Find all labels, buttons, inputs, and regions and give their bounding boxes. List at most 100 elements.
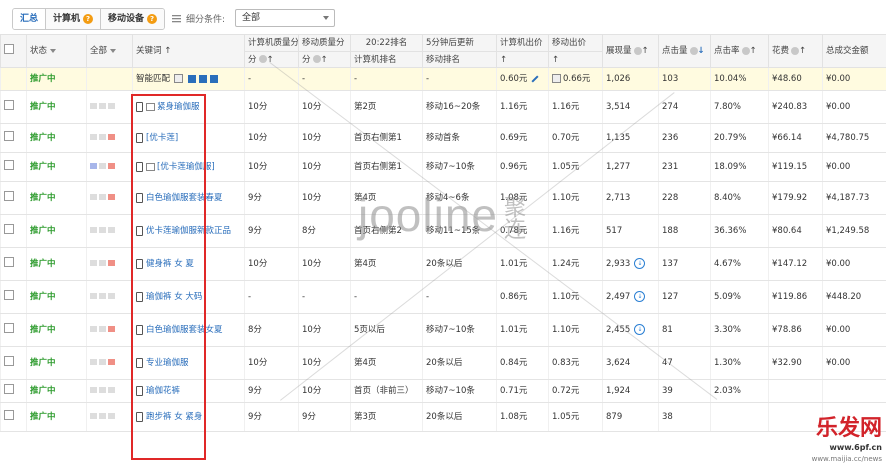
keyword-link[interactable]: 紧身瑜伽服 (157, 102, 200, 112)
keyword-link[interactable]: 白色瑜伽服套装春夏 (146, 193, 223, 203)
ctr: 20.79% (710, 123, 769, 153)
keyword-link[interactable]: [优卡莲] (146, 133, 178, 143)
row-checkbox-cell (0, 123, 27, 153)
header-all[interactable]: 全部 (86, 34, 133, 68)
row-checkbox[interactable] (4, 384, 14, 394)
row-checkbox[interactable] (4, 224, 14, 234)
pc-rank: 第2页 (350, 90, 423, 124)
row-checkbox[interactable] (4, 356, 14, 366)
keyword-link[interactable]: 瑜伽花裤 (146, 386, 180, 396)
header-mobile-bid[interactable]: 移动出价 (548, 34, 603, 52)
pc-bid[interactable]: 1.01元 (496, 313, 549, 347)
header-pc-bid-sort[interactable]: ↑ (496, 51, 549, 68)
mobile-bid[interactable]: 1.10元 (548, 181, 603, 215)
header-status[interactable]: 状态 (26, 34, 87, 68)
mobile-bid[interactable]: 0.72元 (548, 379, 603, 403)
download-icon[interactable]: ↓ (634, 324, 646, 335)
row-checkbox[interactable] (4, 323, 14, 333)
help-icon[interactable]: ? (83, 13, 94, 24)
filter-label-group: 细分条件: (172, 12, 225, 25)
clicks: 127 (658, 280, 711, 314)
mobile-bid[interactable]: 1.24元 (548, 247, 603, 281)
select-all-checkbox[interactable] (4, 43, 14, 54)
row-checkbox[interactable] (4, 100, 14, 110)
mobile-rank: 20条以后 (422, 346, 497, 380)
pc-bid[interactable]: 0.84元 (496, 346, 549, 380)
pc-bid[interactable]: 0.96元 (496, 152, 549, 182)
edit-icon[interactable] (531, 74, 539, 83)
mobile-bid[interactable]: 1.05元 (548, 152, 603, 182)
filter-label: 细分条件: (186, 15, 226, 25)
keyword-link[interactable]: 健身裤 女 夏 (146, 259, 194, 269)
mobile-bid[interactable]: 1.16元 (548, 90, 603, 124)
header-total-amount[interactable]: 总成交金额 (822, 34, 886, 68)
smart-match-checkbox[interactable] (174, 74, 184, 83)
row-checkbox[interactable] (4, 160, 14, 170)
help-icon[interactable] (258, 55, 267, 63)
pc-bid[interactable]: 1.08元 (496, 402, 549, 432)
mobile-bid[interactable]: 0.70元 (548, 123, 603, 153)
download-icon[interactable]: ↓ (634, 258, 646, 269)
header-pc-quality[interactable]: 计算机质量分 (244, 34, 299, 52)
help-icon[interactable] (741, 46, 750, 55)
keyword-link[interactable]: 跑步裤 女 紧身 (146, 412, 202, 422)
header-keyword[interactable]: 关键词 ↑ (132, 34, 245, 68)
header-mobile-bid-sort[interactable]: ↑ (548, 51, 603, 68)
mobile-bid[interactable]: 1.16元 (548, 214, 603, 248)
keyword-link[interactable]: 优卡莲瑜伽服新款正品 (146, 226, 231, 236)
keyword-link[interactable]: 瑜伽裤 女 大码 (146, 292, 202, 302)
mobile-bid[interactable]: 1.05元 (548, 402, 603, 432)
pc-bid[interactable]: 0.71元 (496, 379, 549, 403)
help-icon[interactable] (689, 46, 698, 55)
row-checkbox-cell (0, 313, 27, 347)
pause-icon[interactable] (188, 74, 197, 83)
tab-mobile[interactable]: 移动设备? (101, 9, 165, 29)
total-amount: ¥0.00 (822, 313, 886, 347)
help-icon[interactable]: ? (147, 13, 158, 24)
mobile-rank: 移动首条 (422, 123, 497, 153)
pc-bid[interactable]: 1.16元 (496, 90, 549, 124)
tab-computer[interactable]: 计算机? (46, 9, 102, 29)
chart-icon[interactable] (199, 74, 208, 83)
header-impressions[interactable]: 展现量 ↑ (602, 34, 659, 68)
keyword-link[interactable]: 白色瑜伽服套装女夏 (146, 325, 223, 335)
tab-summary[interactable]: 汇总 (13, 9, 47, 29)
status-text: 推广中 (26, 379, 87, 403)
row-checkbox[interactable] (4, 410, 14, 420)
header-mobile-quality[interactable]: 移动质量分 (298, 34, 351, 52)
row-checkbox[interactable] (4, 257, 14, 267)
status-indicator (90, 260, 97, 266)
row-checkbox[interactable] (4, 131, 14, 141)
mobile-icon (136, 385, 143, 396)
header-mobile-quality-sort[interactable]: 分 ↑ (298, 51, 351, 68)
mobile-bid[interactable]: 1.10元 (548, 313, 603, 347)
mobile-quality: 9分 (298, 402, 351, 432)
keyword-link[interactable]: 专业瑜伽服 (146, 358, 189, 368)
download-icon[interactable]: ↓ (634, 291, 646, 302)
settings-icon[interactable] (210, 74, 219, 83)
filter-select-value: 全部 (242, 13, 261, 23)
summary-mobile-bid: 0.66元 (563, 74, 591, 84)
help-icon[interactable] (633, 46, 642, 55)
mobile-bid[interactable]: 0.83元 (548, 346, 603, 380)
row-checkbox[interactable] (4, 191, 14, 201)
header-cost[interactable]: 花费 ↑ (768, 34, 823, 68)
keyword-link[interactable]: [优卡莲瑜伽服] (157, 162, 215, 172)
mobile-rank: 20条以后 (422, 402, 497, 432)
filter-select[interactable]: 全部 (235, 9, 335, 27)
mobile-bid-checkbox[interactable] (552, 74, 561, 83)
pc-bid[interactable]: 0.69元 (496, 123, 549, 153)
status-dots (86, 346, 133, 380)
header-pc-bid[interactable]: 计算机出价 (496, 34, 549, 52)
mobile-bid[interactable]: 1.10元 (548, 280, 603, 314)
header-ctr[interactable]: 点击率 ↑ (710, 34, 769, 68)
help-icon[interactable] (312, 55, 321, 63)
header-clicks[interactable]: 点击量 ↓ (658, 34, 711, 68)
chevron-down-icon (323, 16, 329, 20)
status-text: 推广中 (26, 247, 87, 281)
help-icon[interactable] (791, 46, 800, 55)
pc-bid[interactable]: 0.86元 (496, 280, 549, 314)
summary-clicks: 103 (658, 67, 711, 91)
row-checkbox[interactable] (4, 290, 14, 300)
device-tabs: 汇总 计算机? 移动设备? (12, 8, 166, 30)
